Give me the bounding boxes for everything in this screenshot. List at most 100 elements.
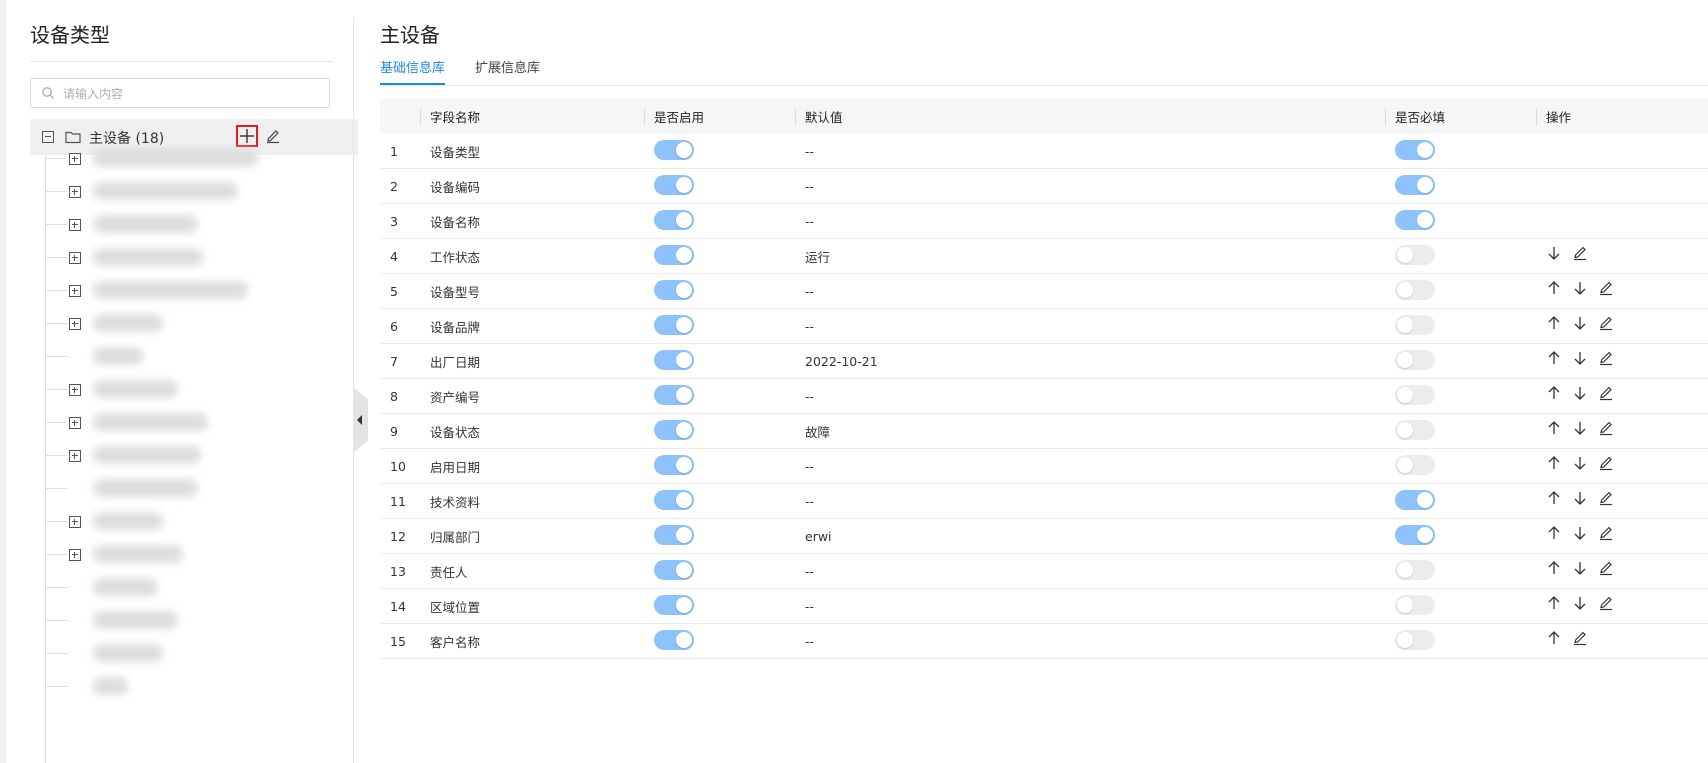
- expand-icon[interactable]: [69, 318, 81, 330]
- expand-icon[interactable]: [69, 516, 81, 528]
- enabled-toggle[interactable]: [654, 630, 694, 650]
- tree-child-node[interactable]: [45, 405, 355, 441]
- expand-icon[interactable]: [69, 219, 81, 231]
- search-input[interactable]: [61, 83, 325, 105]
- arrow-down-icon[interactable]: [1572, 595, 1588, 611]
- enabled-toggle[interactable]: [654, 315, 694, 335]
- tree-child-node[interactable]: [45, 372, 355, 408]
- tree-child-node[interactable]: [45, 174, 355, 210]
- tree-child-node[interactable]: [45, 537, 355, 573]
- tab-extended-info[interactable]: 扩展信息库: [475, 57, 540, 83]
- tree-child-node[interactable]: [45, 669, 355, 705]
- arrow-up-icon[interactable]: [1546, 595, 1562, 611]
- expand-icon[interactable]: [69, 285, 81, 297]
- arrow-down-icon[interactable]: [1572, 420, 1588, 436]
- arrow-up-icon[interactable]: [1546, 315, 1562, 331]
- required-toggle[interactable]: [1395, 175, 1435, 195]
- edit-icon[interactable]: [1598, 595, 1614, 611]
- arrow-down-icon[interactable]: [1572, 315, 1588, 331]
- edit-icon[interactable]: [1598, 455, 1614, 471]
- enabled-toggle[interactable]: [654, 560, 694, 580]
- tree-child-node[interactable]: [45, 603, 355, 639]
- arrow-down-icon[interactable]: [1572, 350, 1588, 366]
- expand-icon[interactable]: [69, 153, 81, 165]
- enabled-toggle[interactable]: [654, 175, 694, 195]
- expand-icon[interactable]: [69, 252, 81, 264]
- collapse-panel-handle[interactable]: [354, 388, 368, 452]
- edit-icon[interactable]: [1598, 315, 1614, 331]
- required-toggle[interactable]: [1395, 595, 1435, 615]
- tree-child-node[interactable]: [45, 471, 355, 507]
- arrow-up-icon[interactable]: [1546, 525, 1562, 541]
- arrow-up-icon[interactable]: [1546, 420, 1562, 436]
- arrow-up-icon[interactable]: [1546, 490, 1562, 506]
- enabled-toggle[interactable]: [654, 280, 694, 300]
- required-toggle[interactable]: [1395, 210, 1435, 230]
- arrow-up-icon[interactable]: [1546, 385, 1562, 401]
- tree-child-node[interactable]: [45, 306, 355, 342]
- tree-child-node[interactable]: [45, 438, 355, 474]
- expand-icon[interactable]: [69, 384, 81, 396]
- arrow-down-icon[interactable]: [1572, 490, 1588, 506]
- tree-child-node[interactable]: [45, 570, 355, 606]
- enabled-toggle[interactable]: [654, 420, 694, 440]
- arrow-up-icon[interactable]: [1546, 560, 1562, 576]
- edit-icon[interactable]: [1598, 490, 1614, 506]
- edit-icon[interactable]: [1598, 420, 1614, 436]
- required-toggle[interactable]: [1395, 280, 1435, 300]
- edit-icon[interactable]: [1598, 280, 1614, 296]
- edit-icon[interactable]: [1572, 630, 1588, 646]
- enabled-cell: [644, 413, 795, 449]
- arrow-down-icon[interactable]: [1572, 525, 1588, 541]
- required-toggle[interactable]: [1395, 385, 1435, 405]
- enabled-toggle[interactable]: [654, 595, 694, 615]
- tree-child-node[interactable]: [45, 273, 355, 309]
- enabled-toggle[interactable]: [654, 525, 694, 545]
- required-toggle[interactable]: [1395, 525, 1435, 545]
- arrow-down-icon[interactable]: [1546, 245, 1562, 261]
- required-toggle[interactable]: [1395, 420, 1435, 440]
- enabled-toggle[interactable]: [654, 385, 694, 405]
- tree-child-node[interactable]: [45, 240, 355, 276]
- required-toggle[interactable]: [1395, 315, 1435, 335]
- edit-icon[interactable]: [1598, 525, 1614, 541]
- required-cell: [1385, 518, 1536, 554]
- arrow-down-icon[interactable]: [1572, 385, 1588, 401]
- expand-icon[interactable]: [69, 450, 81, 462]
- arrow-down-icon[interactable]: [1572, 560, 1588, 576]
- arrow-up-icon[interactable]: [1546, 630, 1562, 646]
- enabled-toggle[interactable]: [654, 350, 694, 370]
- arrow-up-icon[interactable]: [1546, 350, 1562, 366]
- expand-icon[interactable]: [69, 186, 81, 198]
- arrow-down-icon[interactable]: [1572, 455, 1588, 471]
- required-toggle[interactable]: [1395, 140, 1435, 160]
- arrow-up-icon[interactable]: [1546, 280, 1562, 296]
- default-value: --: [795, 588, 1385, 624]
- enabled-toggle[interactable]: [654, 455, 694, 475]
- arrow-down-icon[interactable]: [1572, 280, 1588, 296]
- required-toggle[interactable]: [1395, 630, 1435, 650]
- required-toggle[interactable]: [1395, 350, 1435, 370]
- tree-child-node[interactable]: [45, 141, 355, 177]
- edit-icon[interactable]: [1598, 385, 1614, 401]
- arrow-up-icon[interactable]: [1546, 455, 1562, 471]
- tree-child-node[interactable]: [45, 339, 355, 375]
- expand-icon[interactable]: [69, 417, 81, 429]
- edit-icon[interactable]: [1572, 245, 1588, 261]
- search-box[interactable]: [30, 78, 330, 108]
- tab-basic-info[interactable]: 基础信息库: [380, 57, 446, 85]
- enabled-toggle[interactable]: [654, 210, 694, 230]
- tree-child-node[interactable]: [45, 207, 355, 243]
- required-toggle[interactable]: [1395, 455, 1435, 475]
- tree-child-node[interactable]: [45, 636, 355, 672]
- enabled-toggle[interactable]: [654, 140, 694, 160]
- edit-icon[interactable]: [1598, 350, 1614, 366]
- enabled-toggle[interactable]: [654, 245, 694, 265]
- edit-icon[interactable]: [1598, 560, 1614, 576]
- enabled-toggle[interactable]: [654, 490, 694, 510]
- expand-icon[interactable]: [69, 549, 81, 561]
- required-toggle[interactable]: [1395, 245, 1435, 265]
- tree-child-node[interactable]: [45, 504, 355, 540]
- required-toggle[interactable]: [1395, 490, 1435, 510]
- required-toggle[interactable]: [1395, 560, 1435, 580]
